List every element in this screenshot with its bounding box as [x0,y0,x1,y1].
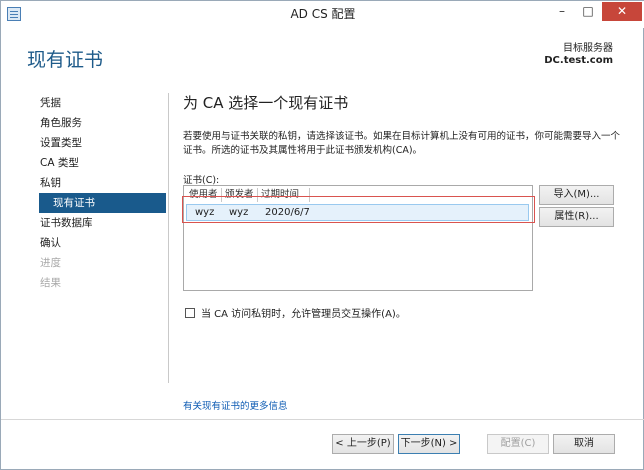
certificate-list-label: 证书(C): [183,175,220,186]
properties-button[interactable]: 属性(R)... [539,207,614,227]
more-info-link[interactable]: 有关现有证书的更多信息 [183,398,288,412]
target-server-label: 目标服务器 [563,43,613,54]
admin-interaction-label[interactable]: 当 CA 访问私钥时，允许管理员交互操作(A)。 [201,305,406,320]
admin-interaction-checkbox[interactable] [185,307,195,318]
nav-item-private-key[interactable]: 私钥 [40,173,166,193]
configure-button: 配置(C) [487,434,549,454]
cell-subject: wyz [195,207,215,218]
certificate-list[interactable]: 使用者 颁发者 过期时间 wyz wyz 2020/6/7 [183,185,533,291]
column-issuer[interactable]: 颁发者 [222,188,258,202]
cell-expiration: 2020/6/7 [265,207,310,218]
maximize-icon[interactable]: □ [575,2,601,21]
nav-item-credentials[interactable]: 凭据 [40,93,166,113]
nav-item-results: 结果 [40,277,61,289]
import-button[interactable]: 导入(M)... [539,185,614,205]
wizard-nav: 凭据 角色服务 设置类型 CA 类型 私钥 现有证书 证书数据库 确认 进度 结… [39,93,166,293]
nav-item-progress: 进度 [40,257,61,269]
nav-item-ca-type[interactable]: CA 类型 [40,153,166,173]
title-bar: AD CS 配置 – □ ✕ [1,1,644,28]
page-title: 现有证书 [27,49,104,71]
nav-item-confirmation[interactable]: 确认 [40,233,166,253]
nav-item-certificate-database[interactable]: 证书数据库 [40,213,166,233]
nav-divider [168,93,169,383]
cell-issuer: wyz [229,207,249,218]
target-server-name: DC.test.com [544,55,613,66]
table-row[interactable]: wyz wyz 2020/6/7 [186,204,529,221]
section-description: 若要使用与证书关联的私钥，请选择该证书。如果在目标计算机上没有可用的证书，你可能… [183,131,621,156]
nav-item-existing-certificate[interactable]: 现有证书 [39,193,166,213]
next-button[interactable]: 下一步(N) > [398,434,460,454]
nav-item-setup-type[interactable]: 设置类型 [40,133,166,153]
certificate-list-header: 使用者 颁发者 过期时间 [186,188,310,202]
admin-interaction-option[interactable]: 当 CA 访问私钥时，允许管理员交互操作(A)。 [185,305,406,320]
nav-item-role-services[interactable]: 角色服务 [40,113,166,133]
footer-divider [1,419,644,420]
column-subject[interactable]: 使用者 [186,188,222,202]
close-icon[interactable]: ✕ [602,2,642,21]
column-expiration[interactable]: 过期时间 [258,188,310,202]
window-title: AD CS 配置 [290,7,356,21]
section-title: 为 CA 选择一个现有证书 [183,94,349,112]
previous-button[interactable]: < 上一步(P) [332,434,394,454]
ad-cs-config-window: AD CS 配置 – □ ✕ 现有证书 目标服务器 DC.test.com 凭据… [0,0,644,470]
minimize-icon[interactable]: – [549,2,575,21]
cancel-button[interactable]: 取消 [553,434,615,454]
